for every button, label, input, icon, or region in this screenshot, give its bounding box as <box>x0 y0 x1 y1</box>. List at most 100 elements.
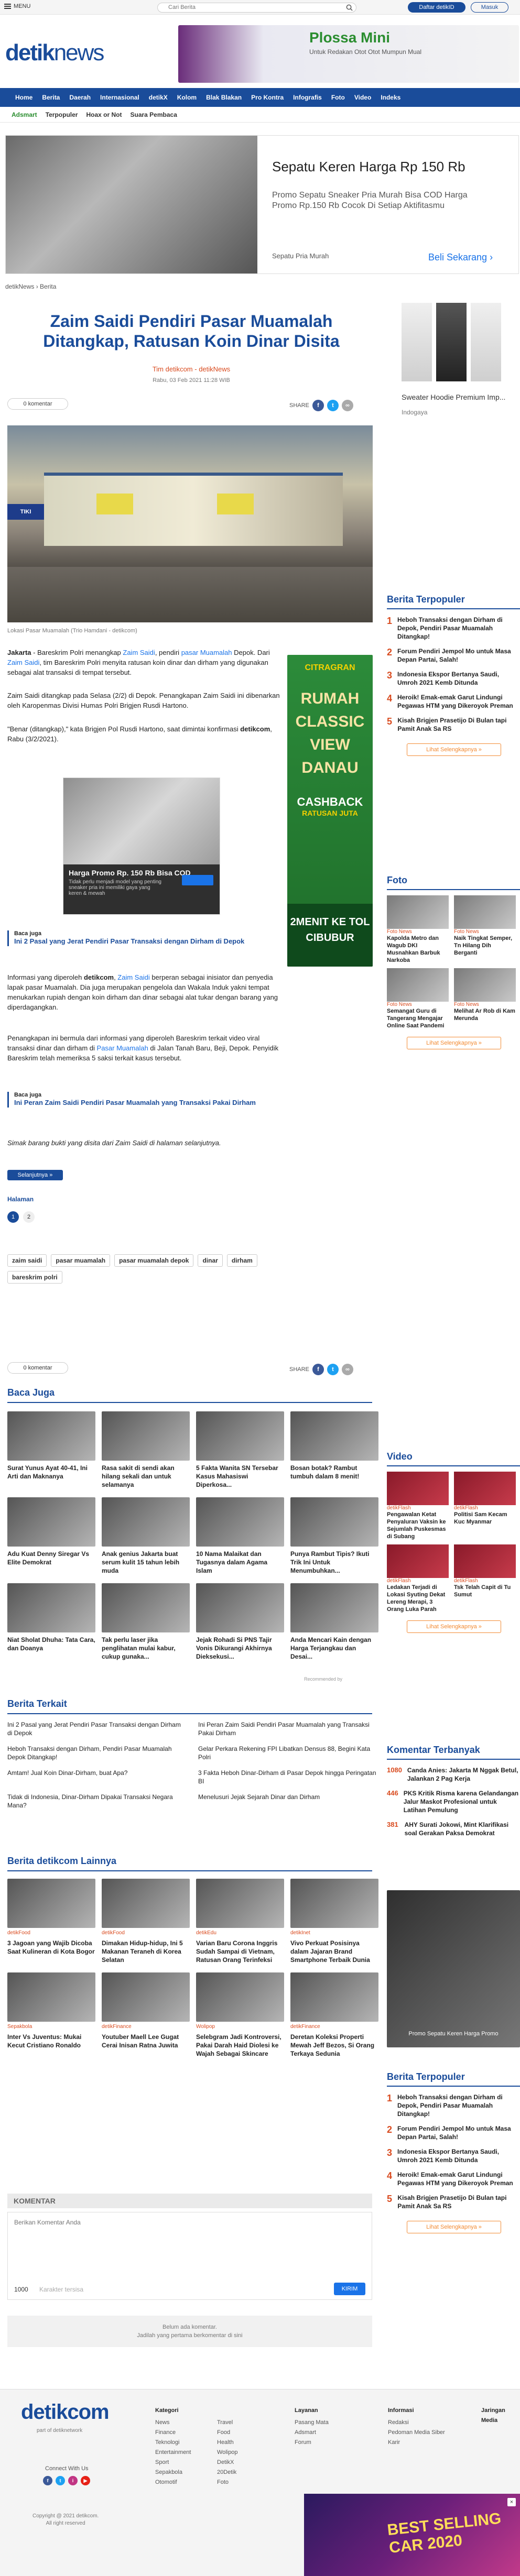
right-ad-2[interactable]: Promo Sepatu Keren Harga Promo <box>387 1890 520 2047</box>
login-button[interactable]: Masuk <box>471 2 508 13</box>
top-banner-ad[interactable]: Plossa Mini Untuk Redakan Otot Otot Mump… <box>178 25 519 83</box>
recommended-by[interactable]: Recommended by <box>304 1676 342 1682</box>
nav-internasional[interactable]: Internasional <box>95 88 144 107</box>
menu-button[interactable]: MENU <box>4 3 30 9</box>
register-button[interactable]: Daftar detikID <box>408 2 465 13</box>
link-icon[interactable]: ∞ <box>341 1364 353 1375</box>
search-bar[interactable] <box>157 3 356 13</box>
lainnya-item[interactable]: detikFood Dimakan Hidup-hidup, Ini 5 Maka… <box>102 1879 190 1964</box>
nav-pro-kontra[interactable]: Pro Kontra <box>246 88 288 107</box>
nav-indeks[interactable]: Indeks <box>376 88 405 107</box>
terkait-item[interactable]: Gelar Perkara Rekening FPI Libatkan Dens… <box>198 1745 376 1761</box>
tag[interactable]: bareskrim polri <box>7 1271 62 1284</box>
comment-count-button-bottom[interactable]: 0 komentar <box>7 1362 68 1374</box>
footer-link[interactable]: Finance <box>155 2428 191 2438</box>
lihat-selengkapnya-button[interactable]: Lihat Selengkapnya » <box>407 743 501 756</box>
ad-cta[interactable]: Beli Sekarang › <box>428 252 493 263</box>
baca-juga-1[interactable]: Baca juga Ini 2 Pasal yang Jerat Pendiri… <box>7 930 280 946</box>
subnav-suara-pembaca[interactable]: Suara Pembaca <box>130 107 177 123</box>
baca-item[interactable]: Rasa sakit di sendi akan hilang sekali d… <box>102 1411 190 1489</box>
lainnya-item[interactable]: detikInet Vivo Perkuat Posisinya dalam Ja… <box>290 1879 378 1964</box>
page-1-button[interactable]: 1 <box>7 1211 19 1223</box>
lihat-selengkapnya-button[interactable]: Lihat Selengkapnya » <box>407 1037 501 1049</box>
facebook-icon[interactable]: f <box>312 400 324 411</box>
subnav-hoax[interactable]: Hoax or Not <box>86 107 122 123</box>
baca-item[interactable]: Bosan botak? Rambut tumbuh dalam 8 menit… <box>290 1411 378 1489</box>
baca-juga-2[interactable]: Baca juga Ini Peran Zaim Saidi Pendiri P… <box>7 1092 280 1108</box>
twitter-icon[interactable]: t <box>327 400 339 411</box>
footer-logo[interactable]: detikcom <box>21 2400 110 2424</box>
floating-ad[interactable]: BEST SELLING CAR 2020 × <box>304 2494 520 2576</box>
send-button[interactable]: KIRIM <box>334 2283 365 2295</box>
baca-item[interactable]: Punya Rambut Tipis? Ikuti Trik Ini Untuk… <box>290 1497 378 1575</box>
tag[interactable]: zaim saidi <box>7 1254 47 1267</box>
terpopuler-item[interactable]: 4 Heroik! Emak-emak Garut Lindungi Pegawa… <box>387 693 520 710</box>
article-author[interactable]: Tim detikcom - detikNews <box>5 365 377 373</box>
footer-link[interactable]: Health <box>217 2438 238 2448</box>
lihat-selengkapnya-button[interactable]: Lihat Selengkapnya » <box>407 1620 501 1633</box>
link-pasar-muamalah[interactable]: Pasar Muamalah <box>97 1044 148 1052</box>
nav-foto[interactable]: Foto <box>327 88 350 107</box>
footer-link[interactable]: Otomotif <box>155 2478 191 2487</box>
nav-berita[interactable]: Berita <box>37 88 64 107</box>
baca-link[interactable]: Ini Peran Zaim Saidi Pendiri Pasar Muama… <box>14 1098 280 1108</box>
terkait-item[interactable]: Tidak di Indonesia, Dinar-Dirham Dipakai… <box>7 1793 186 1810</box>
lainnya-item[interactable]: Wolipop Selebgram Jadi Kontroversi, Pakai… <box>196 1972 284 2058</box>
youtube-icon[interactable]: ▶ <box>81 2476 90 2485</box>
comment-count-button[interactable]: 0 komentar <box>7 398 68 410</box>
footer-link[interactable]: Redaksi <box>388 2418 445 2428</box>
footer-link[interactable]: Travel <box>217 2418 238 2428</box>
next-page-button[interactable]: Selanjutnya » <box>7 1170 63 1180</box>
foto-item[interactable]: Foto News Kapolda Metro dan Wagub DKI Mus… <box>387 895 449 964</box>
footer-link[interactable]: Adsmart <box>295 2428 329 2438</box>
footer-link[interactable]: Pasang Mata <box>295 2418 329 2428</box>
right-ad[interactable]: Sweater Hoodie Premium Imp... Indogaya <box>387 303 520 418</box>
link-zaim-saidi[interactable]: Zaim Saidi <box>7 659 39 666</box>
footer-link[interactable]: Teknologi <box>155 2438 191 2448</box>
terpopuler-item[interactable]: 3 Indonesia Ekspor Bertanya Saudi, Umroh … <box>387 670 520 687</box>
tag[interactable]: dirham <box>226 1254 257 1267</box>
komentar-input[interactable] <box>14 2219 365 2266</box>
video-item[interactable]: detikFlash Pengawalan Ketat Penyaluran Va… <box>387 1472 449 1540</box>
baca-link[interactable]: Ini 2 Pasal yang Jerat Pendiri Pasar Tra… <box>14 937 280 946</box>
baca-item[interactable]: Surat Yunus Ayat 40-41, Ini Arti dan Mak… <box>7 1411 95 1489</box>
link-zaim-saidi[interactable]: Zaim Saidi <box>123 649 155 656</box>
footer-link[interactable]: News <box>155 2418 191 2428</box>
baca-item[interactable]: Tak perlu laser jika penglihatan mulai k… <box>102 1583 190 1661</box>
footer-link[interactable]: Pedoman Media Siber <box>388 2428 445 2438</box>
komentar-item[interactable]: 1080 Canda Anies: Jakarta M Nggak Betul, … <box>387 1766 520 1783</box>
nav-kolom[interactable]: Kolom <box>172 88 201 107</box>
nav-video[interactable]: Video <box>350 88 376 107</box>
footer-link[interactable]: Karir <box>388 2438 445 2448</box>
nav-daerah[interactable]: Daerah <box>64 88 95 107</box>
inline-ad-button[interactable] <box>182 875 213 885</box>
terkait-item[interactable]: 3 Fakta Heboh Dinar-Dirham di Pasar Depo… <box>198 1769 376 1785</box>
link-zaim-saidi[interactable]: Zaim Saidi <box>117 973 149 981</box>
baca-item[interactable]: 10 Nama Malaikat dan Tugasnya dalam Agam… <box>196 1497 284 1575</box>
link-pasar-muamalah[interactable]: pasar Muamalah <box>181 649 232 656</box>
facebook-icon[interactable]: f <box>312 1364 324 1375</box>
lainnya-item[interactable]: detikFinance Youtuber Maell Lee Gugat Cer… <box>102 1972 190 2058</box>
facebook-icon[interactable]: f <box>43 2476 52 2485</box>
tag[interactable]: dinar <box>198 1254 223 1267</box>
site-logo[interactable]: detiknews <box>5 40 104 66</box>
search-icon[interactable] <box>346 4 353 11</box>
foto-item[interactable]: Foto News Melihat Ar Rob di Kam Merunda <box>454 968 516 1029</box>
komentar-item[interactable]: 381 AHY Surati Jokowi, Mint Klarifikasi s… <box>387 1821 520 1837</box>
nav-blak-blakan[interactable]: Blak Blakan <box>201 88 246 107</box>
terkait-item[interactable]: Ini Peran Zaim Saidi Pendiri Pasar Muama… <box>198 1720 376 1737</box>
baca-item[interactable]: Jejak Rohadi Si PNS Tajir Vonis Dikurang… <box>196 1583 284 1661</box>
terpopuler-item[interactable]: 1 Heboh Transaksi dengan Dirham di Depok,… <box>387 2093 520 2118</box>
search-input[interactable] <box>168 4 336 10</box>
twitter-icon[interactable]: t <box>327 1364 339 1375</box>
terkait-item[interactable]: Ini 2 Pasal yang Jerat Pendiri Pasar Tra… <box>7 1720 186 1737</box>
video-item[interactable]: detikFlash Ledakan Terjadi di Lokasi Syut… <box>387 1544 449 1613</box>
terpopuler-item[interactable]: 5 Kisah Brigjen Prasetijo Di Bulan tapi P… <box>387 2194 520 2210</box>
lainnya-item[interactable]: Sepakbola Inter Vs Juventus: Mukai Kecut … <box>7 1972 95 2058</box>
foto-item[interactable]: Foto News Naik Tingkat Semper, Tn Hilang … <box>454 895 516 964</box>
lainnya-item[interactable]: detikEdu Varian Baru Corona Inggris Sudah… <box>196 1879 284 1964</box>
footer-link[interactable]: Food <box>217 2428 238 2438</box>
terpopuler-item[interactable]: 1 Heboh Transaksi dengan Dirham di Depok,… <box>387 616 520 641</box>
footer-link[interactable]: Entertainment <box>155 2448 191 2458</box>
subnav-adsmart[interactable]: Adsmart <box>12 107 37 123</box>
